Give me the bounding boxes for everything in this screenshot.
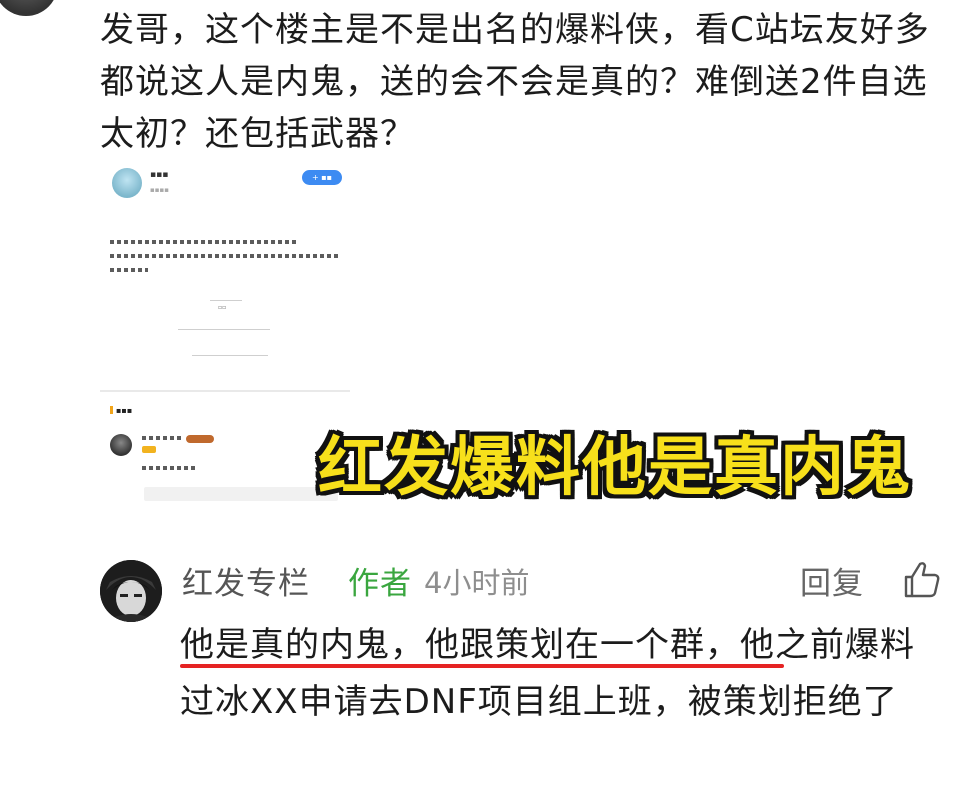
embedded-text-line — [142, 466, 198, 470]
overlay-caption: 红发爆料他是真内鬼 — [318, 431, 912, 505]
embedded-text-line — [110, 268, 148, 272]
embedded-avatar — [112, 168, 142, 198]
embedded-badge — [142, 446, 156, 453]
previous-avatar-fragment — [0, 0, 58, 16]
thumbs-up-icon[interactable] — [902, 560, 942, 600]
embedded-divider — [210, 300, 242, 301]
post-text: 发哥，这个楼主是不是出名的爆料侠，看C站坛友好多都说这人是内鬼，送的会不会是真的… — [100, 10, 930, 154]
embedded-reply-box — [144, 487, 338, 501]
embedded-commenter-avatar — [110, 434, 132, 456]
embedded-section-label-blurred: ▪▪▪ — [110, 406, 132, 415]
embedded-username-blurred: ▪▪▪ — [150, 170, 169, 180]
embedded-badge — [186, 435, 214, 443]
embedded-small-text: ▫▫ — [218, 304, 227, 311]
embedded-screenshot: ▪▪▪ ▪▪▪▪ + ▪▪ ▫▫ ▪▪▪ — [100, 158, 350, 508]
embedded-text-line — [110, 254, 340, 258]
reply-button[interactable]: 回复 — [800, 558, 864, 603]
commenter-avatar[interactable] — [100, 560, 162, 622]
author-badge: 作者 — [348, 566, 412, 602]
embedded-divider — [192, 355, 268, 356]
highlight-underline — [180, 664, 784, 668]
comment-body: 他是真的内鬼，他跟策划在一个群，他之前爆料过冰XX申请去DNF项目组上班，被策划… — [180, 625, 915, 722]
comment-timestamp: 4小时前 — [424, 566, 530, 600]
embedded-text-line — [142, 436, 182, 440]
embedded-subtitle-blurred: ▪▪▪▪ — [150, 186, 169, 194]
embedded-comment-panel: ▪▪▪ — [100, 400, 350, 508]
embedded-post-panel: ▪▪▪ ▪▪▪▪ + ▪▪ ▫▫ — [100, 158, 350, 392]
embedded-divider — [178, 329, 270, 330]
embedded-text-line — [110, 240, 296, 244]
embedded-follow-button: + ▪▪ — [302, 170, 342, 185]
comment-author-name[interactable]: 红发专栏 — [182, 558, 310, 603]
